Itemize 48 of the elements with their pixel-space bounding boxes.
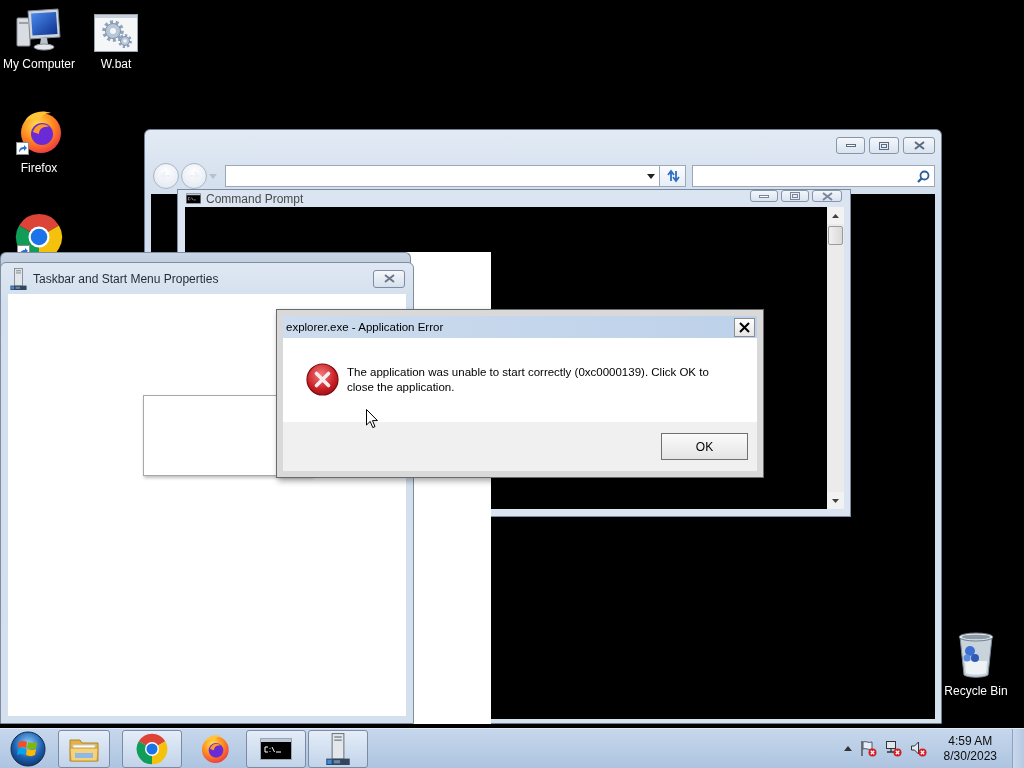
address-field[interactable] [225,165,661,187]
desktop-shortcut[interactable]: Recycle Bin [941,629,1011,698]
close-icon[interactable] [739,321,750,333]
search-icon[interactable] [917,169,930,183]
desktop-shortcut[interactable]: My Computer [0,8,78,71]
terminal-icon [186,193,201,204]
flag-error-icon[interactable] [859,740,877,757]
taskbar-button[interactable] [246,729,306,768]
computer-icon[interactable] [16,8,62,52]
clock-time[interactable]: 4:59 AM [948,733,993,749]
caret-up-icon[interactable] [843,746,852,751]
gear-document-icon[interactable] [94,14,138,52]
browser-icon[interactable] [15,108,63,156]
refresh-button[interactable] [660,165,687,187]
minimize-button[interactable] [750,190,778,202]
error-message: The application was unable to start correctly (0xc0000139). Click OK to close the application. [347,365,710,395]
window-title: Taskbar and Start Menu Properties [33,271,219,286]
desktop-shortcut[interactable]: W.bat [86,14,146,71]
dialog-title: explorer.exe - Application Error [286,321,444,333]
trash-bin-icon[interactable] [956,629,996,679]
speaker-muted-icon[interactable] [909,740,927,757]
minimize-button[interactable] [836,137,865,154]
refresh-icon[interactable] [665,169,680,183]
desktop-shortcut[interactable]: Firefox [0,108,78,175]
maximize-button[interactable] [781,190,809,202]
close-button[interactable] [734,317,755,337]
computer-tower-icon [10,267,27,290]
scrollbar-thumb[interactable] [828,226,843,245]
caret-down-icon[interactable] [647,173,656,179]
clock-date[interactable]: 8/30/2023 [943,748,997,764]
taskbar-button[interactable] [308,729,368,768]
scroll-down-button[interactable] [827,492,844,509]
computer-tower-icon[interactable] [326,732,350,765]
scroll-up-button[interactable] [827,207,844,224]
window-title: Command Prompt [206,191,304,206]
scrollbar[interactable] [827,207,844,509]
maximize-icon[interactable] [879,141,889,150]
maximize-button[interactable] [869,137,899,154]
network-error-icon[interactable] [884,740,902,757]
ok-button[interactable]: OK [661,433,748,460]
maximize-icon[interactable] [790,192,800,200]
error-icon [306,363,339,396]
minimize-icon[interactable] [759,194,769,198]
minimize-icon[interactable] [845,144,856,147]
terminal-icon[interactable] [260,737,292,760]
search-field[interactable] [692,165,935,187]
caret-up-icon[interactable] [832,213,839,218]
caret-down-icon[interactable] [832,498,839,503]
